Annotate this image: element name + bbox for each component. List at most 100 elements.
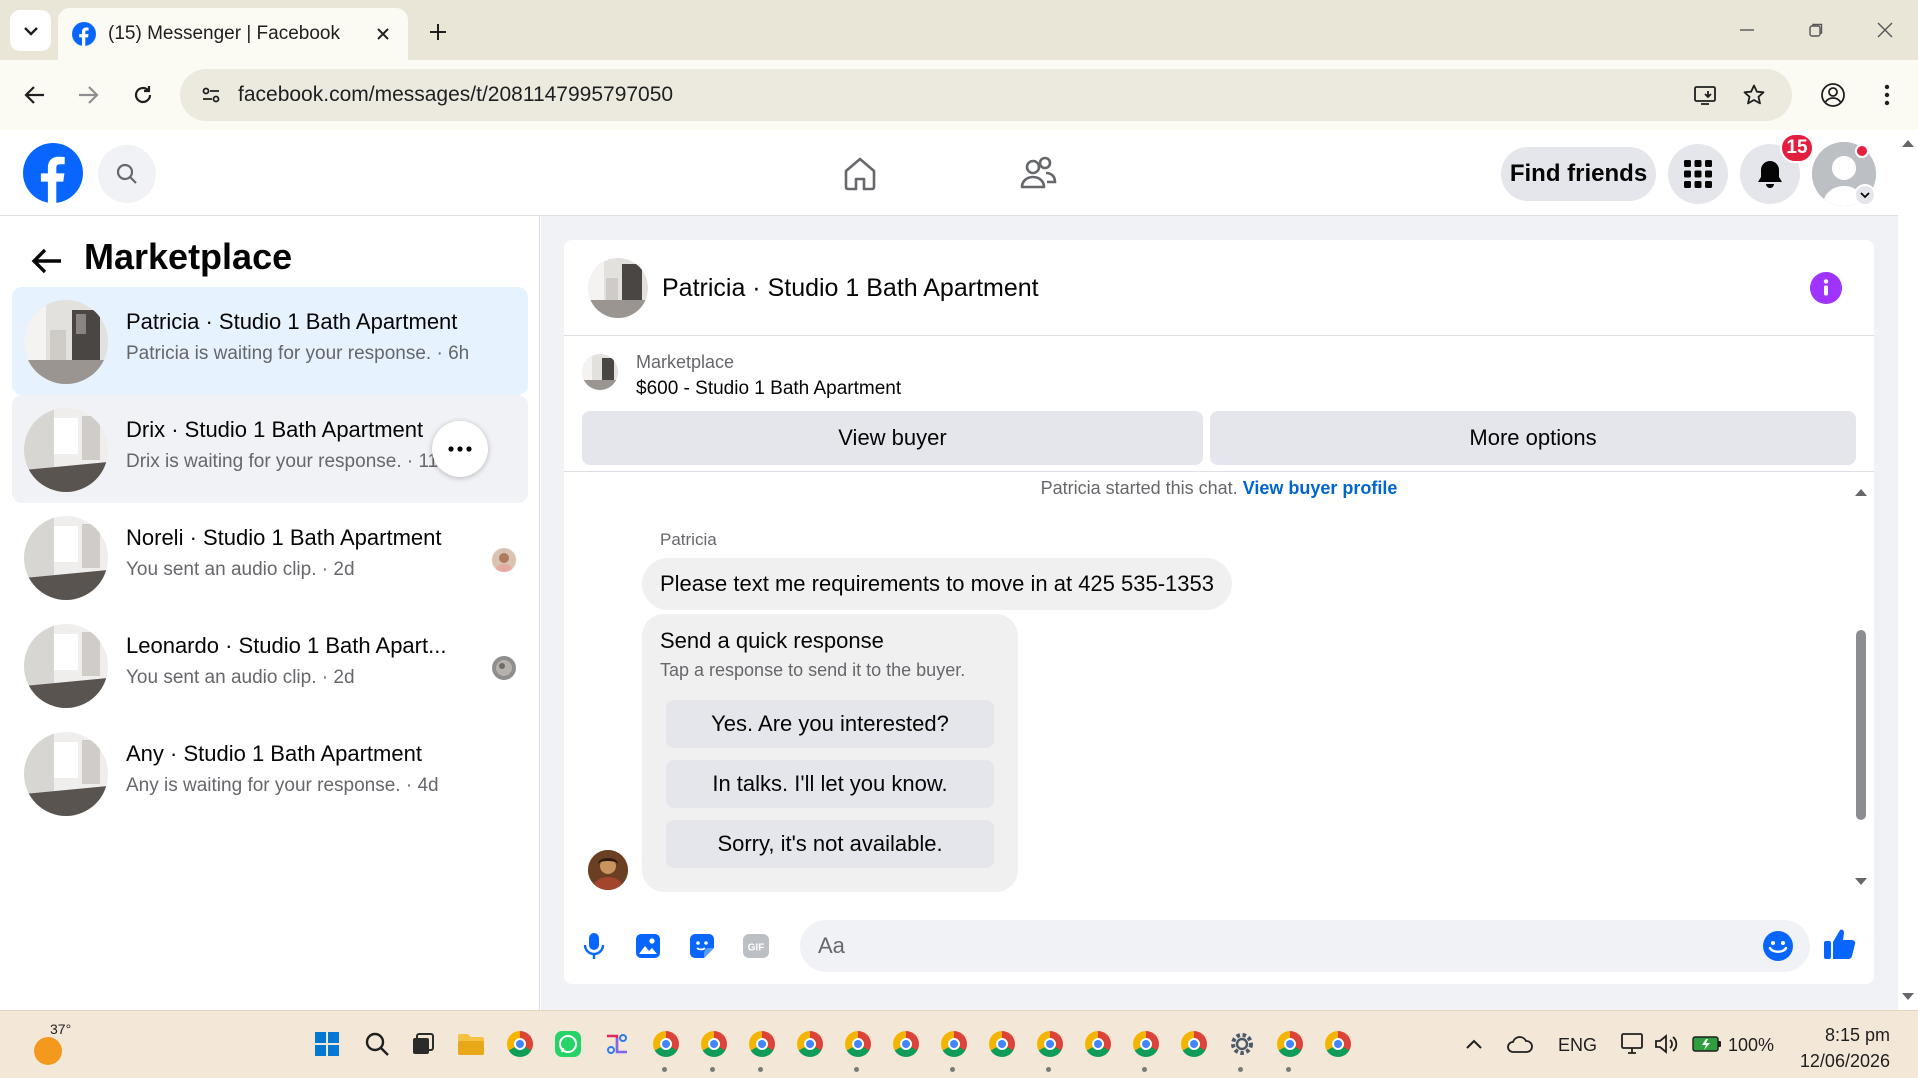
chrome-taskbar-app[interactable] [505,1029,535,1059]
facebook-logo[interactable] [23,143,83,203]
gif-button[interactable]: GIF [738,928,774,964]
page-scrollbar[interactable] [1898,130,1918,1010]
chrome-profile-taskbar-app[interactable] [1131,1029,1161,1059]
site-info-icon [202,87,220,103]
scrollbar-thumb[interactable] [1856,630,1866,820]
chrome-profile-button[interactable] [1812,74,1854,116]
more-options-button[interactable]: More options [1210,411,1856,465]
conversation-options-button[interactable] [432,421,488,477]
voice-clip-button[interactable] [576,928,612,964]
notification-badge: 15 [1780,133,1814,163]
chrome-profile-taskbar-app[interactable] [939,1029,969,1059]
settings-taskbar-app[interactable] [1227,1029,1257,1059]
chrome-icon [989,1031,1015,1057]
tab-list-button[interactable] [10,10,51,51]
view-buyer-profile-link[interactable]: View buyer profile [1243,478,1398,498]
bookmark-button[interactable] [1737,78,1771,112]
minimize-button[interactable] [1724,12,1770,48]
back-button[interactable] [14,74,56,116]
nav-home[interactable] [820,142,900,204]
clock-time[interactable]: 8:15 pm [1760,1025,1890,1046]
reload-button[interactable] [122,74,164,116]
send-like-button[interactable] [1822,926,1862,966]
start-button[interactable] [312,1029,342,1059]
arrow-left-icon [31,248,61,274]
network-icon [1621,1033,1643,1054]
address-bar[interactable]: facebook.com/messages/t/2081147995797050 [180,69,1792,121]
forward-button[interactable] [67,74,109,116]
chat-started-notice: Patricia started this chat. View buyer p… [564,478,1874,499]
menu-button[interactable] [1668,144,1728,204]
conversation-item[interactable]: Any · Studio 1 Bath Apartment Any is wai… [12,719,528,827]
running-indicator [662,1067,667,1072]
whatsapp-taskbar-app[interactable] [553,1029,583,1059]
chrome-profile-taskbar-app[interactable] [795,1029,825,1059]
taskbar-search-button[interactable] [362,1029,392,1059]
new-tab-button[interactable] [420,14,456,50]
chrome-profile-taskbar-app[interactable] [747,1029,777,1059]
volume-button[interactable] [1652,1029,1682,1059]
quick-response-option[interactable]: Sorry, it's not available. [666,820,994,868]
chrome-profile-taskbar-app[interactable] [843,1029,873,1059]
reload-icon [134,86,152,104]
chat-avatar[interactable] [588,258,648,318]
scroll-down-icon [1855,878,1867,885]
file-explorer-button[interactable] [456,1029,486,1059]
chrome-icon [1325,1031,1351,1057]
listing-thumbnail [24,300,108,384]
conversation-info-button[interactable] [1810,272,1842,304]
quick-response-option[interactable]: In talks. I'll let you know. [666,760,994,808]
marketplace-inbox-panel: Marketplace Patricia · Studio 1 Bath Apa… [0,216,540,1010]
site-info-button[interactable] [194,78,228,112]
search-button[interactable] [98,145,156,203]
tab-close-button[interactable] [368,19,398,49]
view-buyer-button[interactable]: View buyer [582,411,1203,465]
quick-response-option[interactable]: Yes. Are you interested? [666,700,994,748]
language-indicator[interactable]: ENG [1558,1035,1597,1056]
chrome-profile-taskbar-app[interactable] [1323,1029,1353,1059]
read-receipt-avatar [492,548,516,572]
chat-scrollbar[interactable] [1852,482,1870,892]
onedrive-button[interactable] [1505,1029,1535,1059]
chrome-profile-taskbar-app[interactable] [1035,1029,1065,1059]
restore-button[interactable] [1793,12,1839,48]
battery-button[interactable] [1692,1029,1722,1059]
running-indicator [1238,1067,1243,1072]
show-hidden-icons-button[interactable] [1459,1029,1489,1059]
conversation-item[interactable]: Noreli · Studio 1 Bath Apartment You sen… [12,503,528,611]
listing-title[interactable]: $600 - Studio 1 Bath Apartment [636,378,901,400]
find-friends-button[interactable]: Find friends [1501,147,1656,201]
quick-response-title: Send a quick response [660,628,884,653]
account-dropdown[interactable] [1854,184,1876,206]
weather-widget[interactable]: 37° [30,1021,74,1067]
sender-avatar[interactable] [588,850,628,890]
sticker-button[interactable] [684,928,720,964]
message-input[interactable]: Aa [800,920,1810,972]
chrome-profile-taskbar-app[interactable] [1083,1029,1113,1059]
snipping-tool-taskbar-app[interactable] [602,1029,632,1059]
chrome-profile-taskbar-app[interactable] [651,1029,681,1059]
clock-date[interactable]: 12/06/2026 [1760,1051,1890,1072]
emoji-button[interactable] [1762,930,1794,962]
running-indicator [854,1067,859,1072]
browser-menu-button[interactable] [1866,74,1908,116]
chrome-profile-taskbar-app[interactable] [987,1029,1017,1059]
conversation-item[interactable]: Leonardo · Studio 1 Bath Apart... You se… [12,611,528,719]
browser-tab[interactable]: (15) Messenger | Facebook [58,8,408,60]
conversation-item[interactable]: Patricia · Studio 1 Bath Apartment Patri… [12,287,528,395]
install-app-button[interactable] [1688,78,1722,112]
chat-title[interactable]: Patricia · Studio 1 Bath Apartment [662,274,1039,303]
back-button[interactable] [22,236,72,286]
attach-photo-button[interactable] [630,928,666,964]
chrome-profile-taskbar-app[interactable] [699,1029,729,1059]
read-receipt-avatar [492,656,516,680]
chrome-profile-taskbar-app[interactable] [1275,1029,1305,1059]
conversation-name: Leonardo · Studio 1 Bath Apart... [126,633,447,658]
nav-friends[interactable] [998,142,1078,204]
window-close-button[interactable] [1862,12,1908,48]
message-bubble[interactable]: Please text me requirements to move in a… [642,558,1232,610]
chrome-profile-taskbar-app[interactable] [891,1029,921,1059]
task-view-button[interactable] [408,1029,438,1059]
chrome-profile-taskbar-app[interactable] [1179,1029,1209,1059]
network-button[interactable] [1618,1029,1648,1059]
